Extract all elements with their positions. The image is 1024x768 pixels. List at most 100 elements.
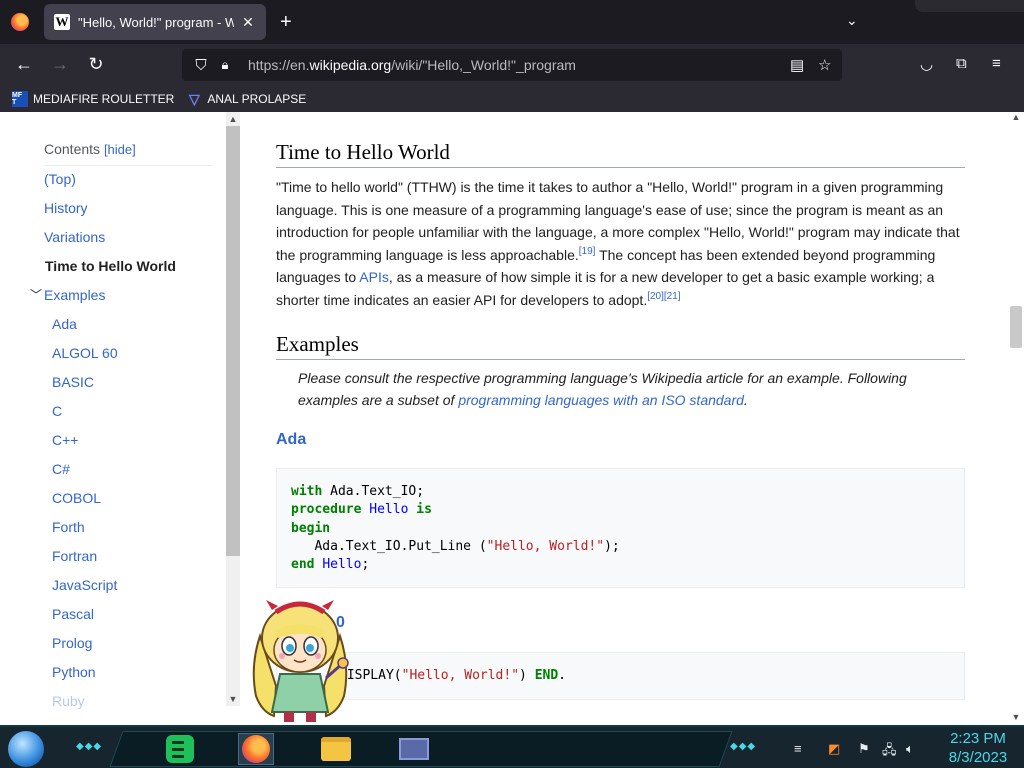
page-scroll-thumb[interactable] — [1010, 306, 1022, 348]
toc-item-fortran[interactable]: Fortran — [52, 548, 97, 564]
list-all-tabs-button[interactable]: ⌄ — [846, 12, 858, 29]
url-text[interactable]: https://en.wikipedia.org/wiki/"Hello,_Wo… — [248, 57, 576, 73]
toc-item-csharp[interactable]: C# — [52, 461, 70, 477]
citation-20[interactable]: [20] — [647, 291, 664, 302]
url-bar[interactable]: ⛉ 🔒︎ https://en.wikipedia.org/wiki/"Hell… — [182, 49, 842, 81]
code-line: procedure Hello is — [291, 501, 950, 519]
code-token: ); — [604, 538, 620, 554]
taskbar-app-firefox[interactable] — [238, 733, 274, 765]
code-line: begin — [291, 520, 950, 538]
tray-app-icon[interactable]: ◩ — [828, 741, 840, 757]
window-app-icon — [399, 738, 429, 760]
toc-item-cobol[interactable]: COBOL — [52, 490, 101, 506]
toc-title-text: Contents — [44, 141, 101, 157]
tab-strip: W "Hello, World!" program - Wikipedia ✕ … — [0, 0, 1024, 44]
toc-item-examples[interactable]: Examples — [44, 287, 105, 303]
code-block-algol: DISPLAY("Hello, World!") END. — [276, 652, 965, 700]
toc-item-top[interactable]: (Top) — [44, 171, 76, 187]
reload-button[interactable]: ↻ — [84, 54, 108, 74]
volume-icon[interactable]: 🔈︎ — [906, 741, 914, 757]
citation-19[interactable]: [19] — [579, 246, 596, 257]
back-button[interactable]: ← — [12, 54, 36, 74]
tray-flag-icon[interactable]: ⚑ — [858, 741, 870, 757]
scroll-up-icon[interactable]: ▲ — [1008, 112, 1024, 122]
toc-item-cpp[interactable]: C++ — [52, 432, 78, 448]
toc-item-python[interactable]: Python — [52, 664, 96, 680]
toc-item-time-to-hello-world[interactable]: Time to Hello World — [45, 258, 176, 274]
code-token: . — [558, 668, 566, 683]
forward-button[interactable]: → — [48, 54, 72, 74]
chevron-down-icon[interactable]: ﹀ — [30, 286, 42, 303]
heading-ada: Ada — [276, 431, 307, 448]
toc-item-ada[interactable]: Ada — [52, 316, 77, 332]
taskbar-app-file-explorer[interactable] — [318, 733, 354, 765]
shield-icon[interactable]: ⛉ — [190, 57, 212, 74]
pocket-icon[interactable]: ◡ — [920, 55, 933, 73]
code-token: end — [291, 557, 315, 573]
desktop-mascot-image[interactable] — [246, 596, 354, 724]
taskbar-decoration: ◆◆◆ — [730, 741, 757, 752]
clock-time: 2:23 PM — [950, 730, 1006, 747]
notes-app-icon — [166, 735, 194, 763]
code-line: end Hello; — [291, 556, 950, 574]
toc-hide-link[interactable]: [hide] — [104, 142, 136, 157]
toc-item-javascript[interactable]: JavaScript — [52, 577, 117, 593]
scroll-down-icon[interactable]: ▼ — [226, 692, 240, 706]
citation-21[interactable]: [21] — [664, 291, 681, 302]
clock-date: 8/3/2023 — [948, 749, 1008, 766]
toc-item-variations[interactable]: Variations — [44, 229, 105, 245]
toc-item-algol-60[interactable]: ALGOL 60 — [52, 345, 118, 361]
table-of-contents: Contents [hide] (Top) History Variations… — [0, 112, 240, 725]
toc-item-prolog[interactable]: Prolog — [52, 635, 92, 651]
tab-hello-world[interactable]: W "Hello, World!" program - Wikipedia ✕ — [44, 4, 266, 40]
hamburger-menu-icon[interactable]: ≡ — [992, 55, 1001, 72]
wikipedia-favicon-icon: W — [54, 14, 70, 30]
bookmark-mediafire[interactable]: MF T MEDIAFIRE ROULETTER — [12, 91, 174, 107]
toc-scroll-thumb[interactable] — [226, 126, 240, 556]
hatnote-text: . — [743, 392, 748, 408]
url-domain: wikipedia.org — [309, 57, 392, 73]
new-tab-button[interactable]: + — [280, 12, 292, 32]
code-token: ; — [361, 557, 370, 573]
reader-view-icon[interactable]: ▤ — [790, 56, 804, 74]
scroll-up-icon[interactable]: ▲ — [226, 112, 240, 126]
url-prefix: https://en. — [248, 57, 310, 73]
toc-item-pascal[interactable]: Pascal — [52, 606, 94, 622]
tab-title: "Hello, World!" program - Wikipedia — [78, 14, 234, 30]
taskbar-app-window[interactable] — [396, 733, 432, 765]
code-line: with Ada.Text_IO; — [291, 483, 950, 501]
toc-scrollbar[interactable]: ▲ ▼ — [226, 112, 240, 706]
code-token: Hello — [369, 502, 409, 518]
bookmark-anal-prolapse[interactable]: ▽ ANAL PROLAPSE — [186, 91, 306, 107]
network-icon[interactable]: 🖧︎ — [882, 741, 897, 763]
lock-icon[interactable]: 🔒︎ — [214, 57, 236, 73]
mediafire-icon: MF T — [12, 91, 28, 107]
link-iso-languages[interactable]: programming languages with an ISO standa… — [458, 392, 744, 408]
code-token: "Hello, World!" — [401, 668, 520, 683]
page-scrollbar[interactable]: ▲ ▼ — [1008, 112, 1024, 725]
code-token: procedure — [291, 502, 362, 518]
firefox-menu-icon[interactable] — [11, 13, 29, 31]
code-token: END — [534, 668, 559, 683]
tray-overflow-icon[interactable]: ≡ — [794, 741, 802, 756]
toc-item-forth[interactable]: Forth — [52, 519, 85, 535]
bookmark-star-icon[interactable]: ☆ — [818, 56, 831, 74]
bookmark-label: MEDIAFIRE ROULETTER — [33, 92, 175, 106]
link-apis[interactable]: APIs — [359, 269, 389, 285]
toc-item-ruby[interactable]: Ruby — [52, 693, 85, 709]
taskbar-app-notes[interactable] — [162, 733, 198, 765]
toc-item-history[interactable]: History — [44, 200, 88, 216]
firefox-icon — [242, 735, 270, 763]
close-tab-icon[interactable]: ✕ — [240, 14, 256, 31]
scroll-down-icon[interactable]: ▼ — [1008, 712, 1024, 722]
system-clock[interactable]: 2:23 PM 8/3/2023 — [938, 729, 1018, 767]
heading-examples: Examples — [276, 332, 965, 360]
toc-item-basic[interactable]: BASIC — [52, 374, 94, 390]
start-orb-icon[interactable] — [8, 731, 44, 767]
paragraph-tthw: "Time to hello world" (TTHW) is the time… — [276, 176, 965, 311]
code-line: DISPLAY("Hello, World!") END. — [291, 667, 950, 685]
toc-item-c[interactable]: C — [52, 403, 62, 419]
code-token: is — [416, 502, 432, 518]
folder-icon — [321, 737, 351, 761]
extensions-icon[interactable]: ⧉ — [956, 55, 967, 72]
